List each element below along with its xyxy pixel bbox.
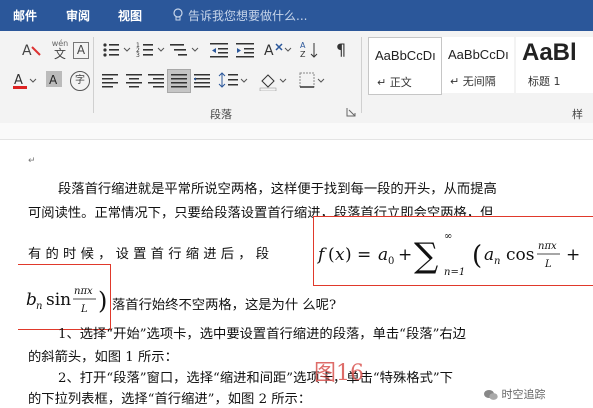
para2-line1: 1、选择“开始”选项卡，选中要设置首行缩进的段落，单击“段落”右边 (58, 327, 466, 342)
svg-text:0: 0 (388, 256, 394, 267)
phonetic-guide-button[interactable]: wén 文 (50, 39, 70, 61)
phonetic-char: 文 (53, 47, 66, 61)
svg-text:(: ( (328, 245, 335, 265)
style-normal[interactable]: AaBbCcDı ↵ 正文 (368, 37, 442, 95)
char-border-button[interactable]: A (73, 42, 89, 59)
asian-layout-icon[interactable]: A (264, 40, 292, 60)
svg-text:f: f (316, 245, 327, 265)
char-shading-icon[interactable]: A (46, 71, 64, 89)
sort-icon[interactable]: A Z (300, 40, 320, 60)
equation-box-continued[interactable]: b n sin nπx L ) (18, 264, 111, 330)
style-no-spacing-sample: AaBbCcDı (448, 47, 509, 62)
svg-text:A: A (49, 73, 58, 87)
justify-icon (171, 74, 187, 88)
multilevel-list-icon[interactable] (170, 41, 200, 59)
show-marks-icon[interactable]: ¶ (334, 39, 352, 59)
increase-indent-icon[interactable] (236, 41, 256, 59)
svg-text:n=1: n=1 (444, 267, 465, 278)
style-normal-name: ↵ 正文 (377, 76, 412, 89)
align-left-icon[interactable] (102, 73, 120, 89)
svg-text:): ) (98, 287, 107, 315)
style-no-spacing-name: ↵ 无间隔 (450, 75, 496, 88)
wechat-icon (484, 390, 498, 400)
equation-box[interactable]: f ( x ) = a 0 + ∑ ∞ n=1 ( a n cos nπx L … (313, 216, 593, 286)
lightbulb-icon (173, 8, 183, 21)
paragraph-group-label: 段落 (210, 108, 232, 121)
wechat-source-badge: 时空追踪 (484, 386, 546, 402)
svg-text:a: a (484, 245, 494, 265)
style-no-spacing[interactable]: AaBbCcDı ↵ 无间隔 (442, 37, 514, 93)
font-color-icon[interactable]: A (12, 71, 38, 91)
para1-line3: 有 的 时 候 ， 设 置 首 行 缩 进 后 ， 段 (28, 247, 270, 262)
ribbon: A wén 文 A A A 字 1 2 3 A A Z ¶ AaBbCcDı ↵… (0, 31, 593, 137)
svg-text:n: n (494, 256, 500, 267)
justify-button-selected[interactable] (167, 69, 191, 93)
wechat-source-name: 时空追踪 (501, 388, 546, 401)
tab-view[interactable]: 视图 (118, 7, 142, 24)
svg-text:∞: ∞ (444, 231, 452, 242)
enclose-char-button[interactable]: 字 (70, 71, 90, 91)
borders-icon[interactable] (298, 71, 328, 91)
style-heading-1-sample: AaBl (522, 39, 577, 66)
svg-text:A: A (300, 41, 306, 50)
svg-text:∑: ∑ (414, 236, 438, 276)
svg-text:) =: ) = (345, 245, 371, 265)
svg-text:3: 3 (136, 52, 140, 59)
svg-text:A: A (14, 73, 23, 88)
svg-text:L: L (80, 304, 88, 315)
style-normal-sample: AaBbCcDı (375, 48, 436, 63)
svg-text:L: L (544, 259, 552, 270)
paragraph-mark: ↵ (28, 156, 36, 166)
paragraph-dialog-launcher-icon[interactable] (346, 107, 356, 117)
svg-text:(: ( (472, 241, 482, 271)
svg-text:nπx: nπx (74, 286, 93, 297)
svg-text:+: + (566, 245, 580, 265)
svg-text:nπx: nπx (538, 241, 557, 252)
para3-line1: 2、打开“段落”窗口，选择“缩进和间距”选项卡，单击“特殊格式”下 (58, 371, 453, 386)
style-heading-1-name: 标题 1 (528, 75, 561, 88)
style-heading-1[interactable]: AaBl 标题 1 (516, 37, 593, 93)
distributed-icon[interactable] (194, 73, 212, 89)
fourier-equation-part1: f ( x ) = a 0 + ∑ ∞ n=1 ( a n cos nπx L … (316, 231, 580, 278)
group-separator (93, 37, 94, 113)
svg-text:A: A (22, 43, 32, 59)
para3-line2: 的下拉列表框，选择“首行缩进”，如图 2 所示： (28, 392, 312, 407)
align-right-icon[interactable] (148, 73, 166, 89)
tab-mailings[interactable]: 邮件 (13, 7, 37, 24)
tell-me-search[interactable]: 告诉我您想要做什么... (188, 7, 307, 24)
svg-text:x: x (335, 245, 345, 265)
svg-text:A: A (264, 43, 274, 59)
ruler-strip (0, 123, 593, 140)
decrease-indent-icon[interactable] (210, 41, 230, 59)
svg-text:cos: cos (506, 245, 534, 265)
svg-text:¶: ¶ (336, 40, 346, 59)
svg-text:+: + (398, 245, 412, 265)
para2-line2: 的斜箭头，如图 1 所示： (28, 350, 178, 365)
para1-line4: 落首行始终不空两格，这是为什 么呢? (112, 298, 337, 313)
para1-line1: 段落首行缩进就是平常所说空两格，这样便于找到每一段的开头，从而提高 (58, 182, 497, 197)
figure-label: 图16 (314, 361, 364, 386)
svg-text:n: n (36, 301, 42, 312)
shading-icon[interactable] (258, 71, 288, 91)
fourier-equation-part2: b n sin nπx L ) (26, 286, 107, 315)
menu-bar: 邮件 审阅 视图 告诉我您想要做什么... (0, 0, 593, 31)
svg-text:a: a (378, 245, 388, 265)
group-separator (361, 37, 362, 113)
line-spacing-icon[interactable] (218, 71, 248, 91)
svg-text:sin: sin (46, 290, 71, 310)
numbering-icon[interactable]: 1 2 3 (136, 41, 166, 59)
clear-format-icon[interactable]: A (22, 41, 42, 59)
bullets-icon[interactable] (102, 41, 132, 59)
tab-review[interactable]: 审阅 (66, 7, 90, 24)
svg-text:Z: Z (300, 50, 306, 59)
align-center-icon[interactable] (126, 73, 144, 89)
